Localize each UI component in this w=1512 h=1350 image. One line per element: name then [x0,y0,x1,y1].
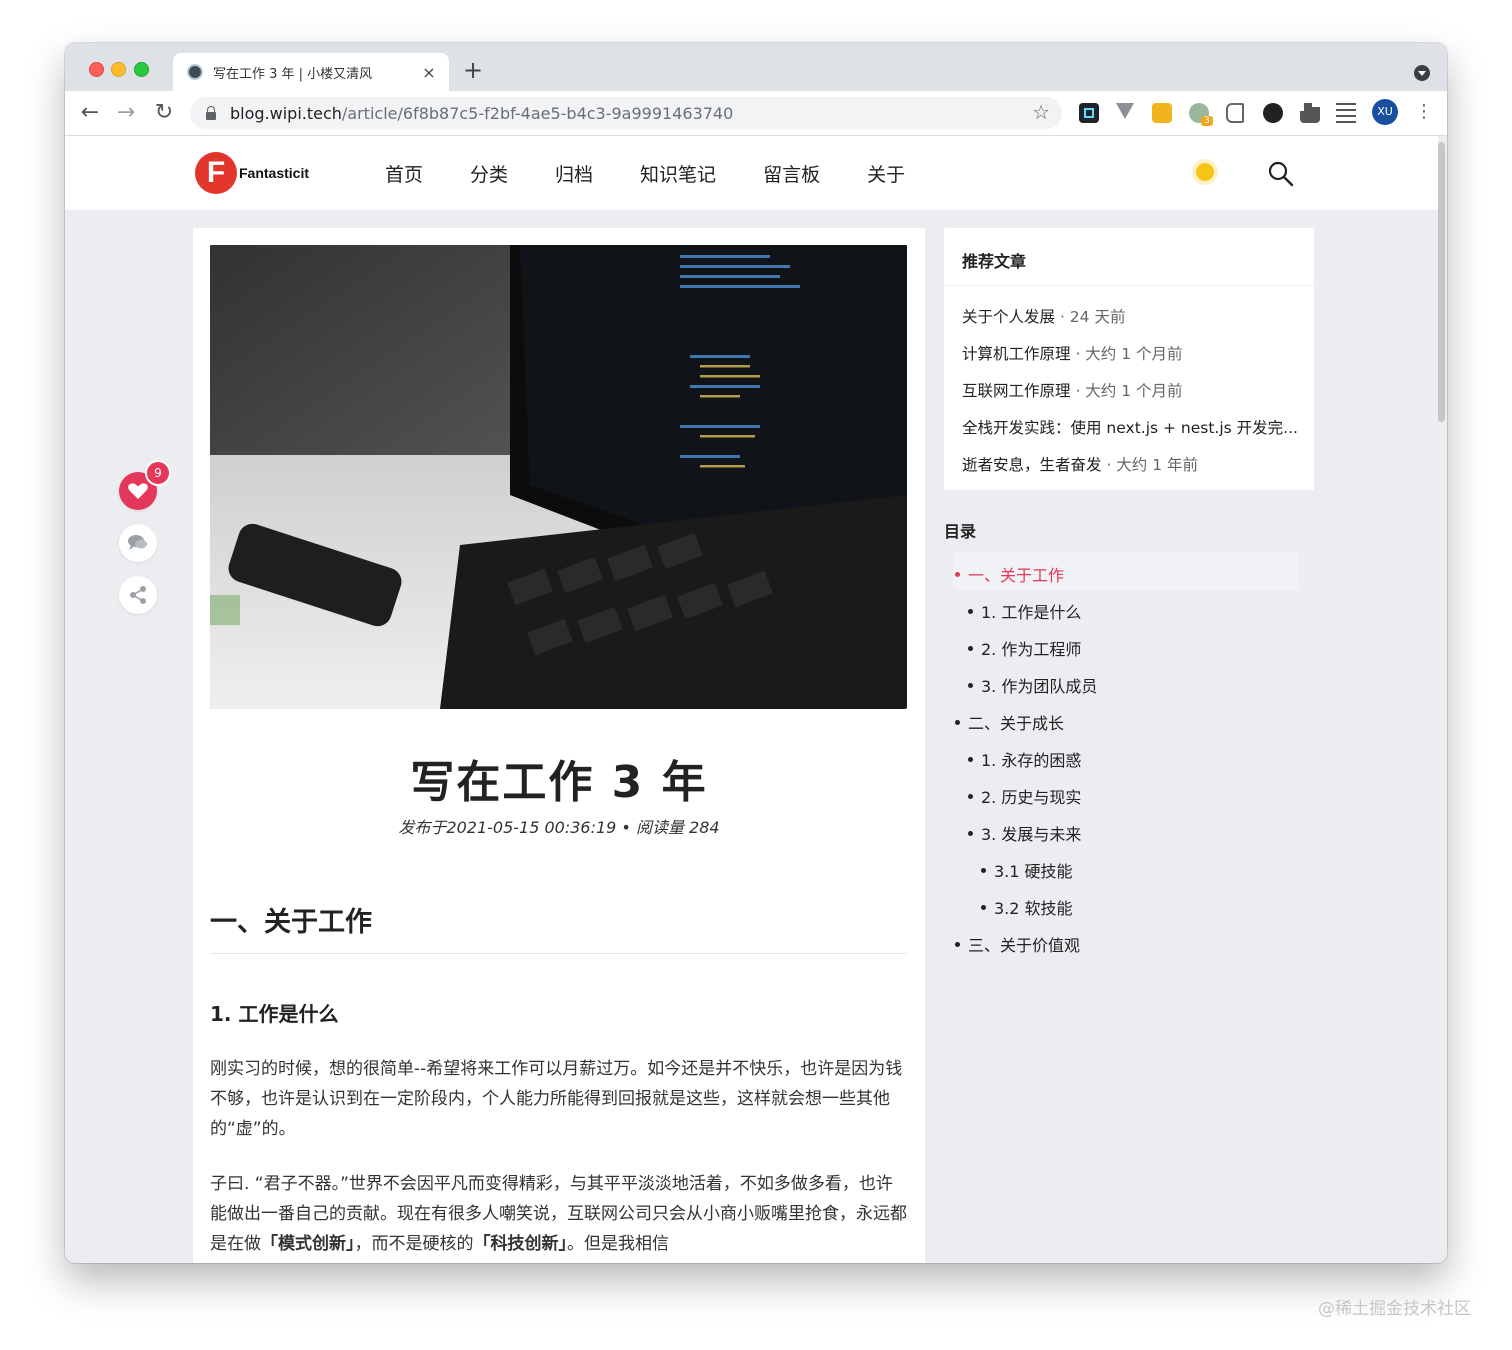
toc-item[interactable]: 一、关于工作 [955,562,1064,586]
recommended-item[interactable]: 计算机工作原理 · 大约 1 个月前 [962,342,1302,364]
article-paragraph-1: 刚实习的时候，想的很简单--希望将来工作可以月薪过万。如今还是并不快乐，也许是因… [210,1059,903,1139]
toc-item[interactable]: 1. 永存的困惑 [968,747,1081,771]
toc-item[interactable]: 3.2 软技能 [981,895,1073,919]
reload-button[interactable]: ↻ [151,100,177,126]
browser-toolbar: ← → ↻ blog.wipi.tech/article/6f8b87c5-f2… [65,91,1447,136]
site-logo-icon[interactable]: F [195,152,237,194]
site-favicon-icon [187,64,203,80]
lock-icon [206,105,216,120]
like-count-badge: 9 [145,460,171,486]
tab-title: 写在工作 3 年 | 小楼又清风 [213,66,373,82]
heading-divider [210,953,907,954]
new-tab-button[interactable]: + [463,56,483,84]
nav-categories[interactable]: 分类 [470,160,508,187]
share-icon [130,586,146,604]
search-icon[interactable] [1267,160,1295,188]
close-window-button[interactable] [89,62,104,77]
share-button[interactable] [119,576,157,614]
browser-window: 写在工作 3 年 | 小楼又清风 × + ← → ↻ blog.wipi.tec… [65,43,1447,1263]
toc-item[interactable]: 二、关于成长 [955,710,1064,734]
recommended-title: 推荐文章 [962,252,1027,271]
article-meta: 发布于2021-05-15 00:36:19 • 阅读量 284 [398,818,720,837]
magnifier-extension-icon[interactable] [1263,103,1283,123]
recommended-item[interactable]: 互联网工作原理 · 大约 1 个月前 [962,379,1302,401]
article-title: 写在工作 3 年 [410,757,708,808]
theme-toggle-sun-icon[interactable] [1191,158,1219,186]
forward-button[interactable]: → [113,100,139,126]
recommended-item[interactable]: 全栈开发实践：使用 next.js + nest.js 开发完... [962,416,1302,438]
download-extension-icon[interactable] [1152,103,1172,123]
profile-avatar[interactable]: XU [1372,99,1398,125]
extension-badge-count: 3 [1201,116,1213,126]
page-scrollbar[interactable] [1438,142,1445,422]
recommended-item[interactable]: 关于个人发展 · 24 天前 [962,305,1302,327]
browser-tab[interactable]: 写在工作 3 年 | 小楼又清风 × [173,53,449,91]
tab-close-icon[interactable]: × [419,63,439,82]
bookmark-star-icon[interactable]: ☆ [1032,100,1050,124]
browser-menu-icon[interactable]: ⋮ [1415,101,1433,122]
toc-item[interactable]: 3. 作为团队成员 [968,673,1097,697]
comment-button[interactable] [119,524,157,562]
nav-archive[interactable]: 归档 [555,160,593,187]
puzzle-icon[interactable] [1300,103,1320,123]
address-bar[interactable]: blog.wipi.tech/article/6f8b87c5-f2bf-4ae… [190,97,1062,129]
toc-title: 目录 [944,522,977,541]
tab-strip: 写在工作 3 年 | 小楼又清风 × + [65,43,1447,91]
site-logo-text[interactable]: Fantasticit [239,165,309,181]
main-nav: 首页 分类 归档 知识笔记 留言板 关于 [385,160,952,187]
article-card: 写在工作 3 年 发布于2021-05-15 00:36:19 • 阅读量 28… [193,228,925,1263]
reading-list-icon[interactable] [1336,103,1356,123]
toc-item[interactable]: 3. 发展与未来 [968,821,1081,845]
zoom-window-button[interactable] [134,62,149,77]
section-heading-work: 一、关于工作 [210,907,372,938]
recommended-articles-card: 推荐文章 关于个人发展 · 24 天前 计算机工作原理 · 大约 1 个月前 互… [944,228,1314,490]
recommended-item[interactable]: 逝者安息，生者奋发 · 大约 1 年前 [962,453,1302,475]
toc-item[interactable]: 1. 工作是什么 [968,599,1081,623]
article-paragraph-2: 子曰. “君子不器。”世界不会因平凡而变得精彩，与其平平淡淡地活着，不如多做多看… [210,1174,907,1254]
recommended-divider [944,285,1314,286]
back-button[interactable]: ← [77,100,103,126]
url-text[interactable]: blog.wipi.tech/article/6f8b87c5-f2bf-4ae… [230,104,733,123]
toc-item[interactable]: 2. 历史与现实 [968,784,1081,808]
nav-about[interactable]: 关于 [867,160,905,187]
css-extension-icon[interactable] [1226,103,1244,123]
article-cover-image [210,245,907,709]
site-header: F Fantasticit 首页 分类 归档 知识笔记 留言板 关于 [65,136,1438,210]
tab-search-icon[interactable] [1414,65,1430,81]
minimize-window-button[interactable] [111,62,126,77]
toc-item[interactable]: 3.1 硬技能 [981,858,1073,882]
toc-item[interactable]: 三、关于价值观 [955,932,1080,956]
nav-knowledge[interactable]: 知识笔记 [640,160,716,187]
subsection-heading-what-is-work: 1. 工作是什么 [210,1002,339,1026]
toc-item[interactable]: 2. 作为工程师 [968,636,1081,660]
comment-icon [128,535,147,550]
web-page: F Fantasticit 首页 分类 归档 知识笔记 留言板 关于 9 写在工… [65,136,1447,1263]
nav-home[interactable]: 首页 [385,160,423,187]
vue-devtools-icon[interactable] [1116,103,1134,119]
juejin-watermark: @稀土掘金技术社区 [1318,1299,1471,1319]
nav-guestbook[interactable]: 留言板 [763,160,820,187]
react-devtools-icon[interactable] [1079,103,1099,123]
